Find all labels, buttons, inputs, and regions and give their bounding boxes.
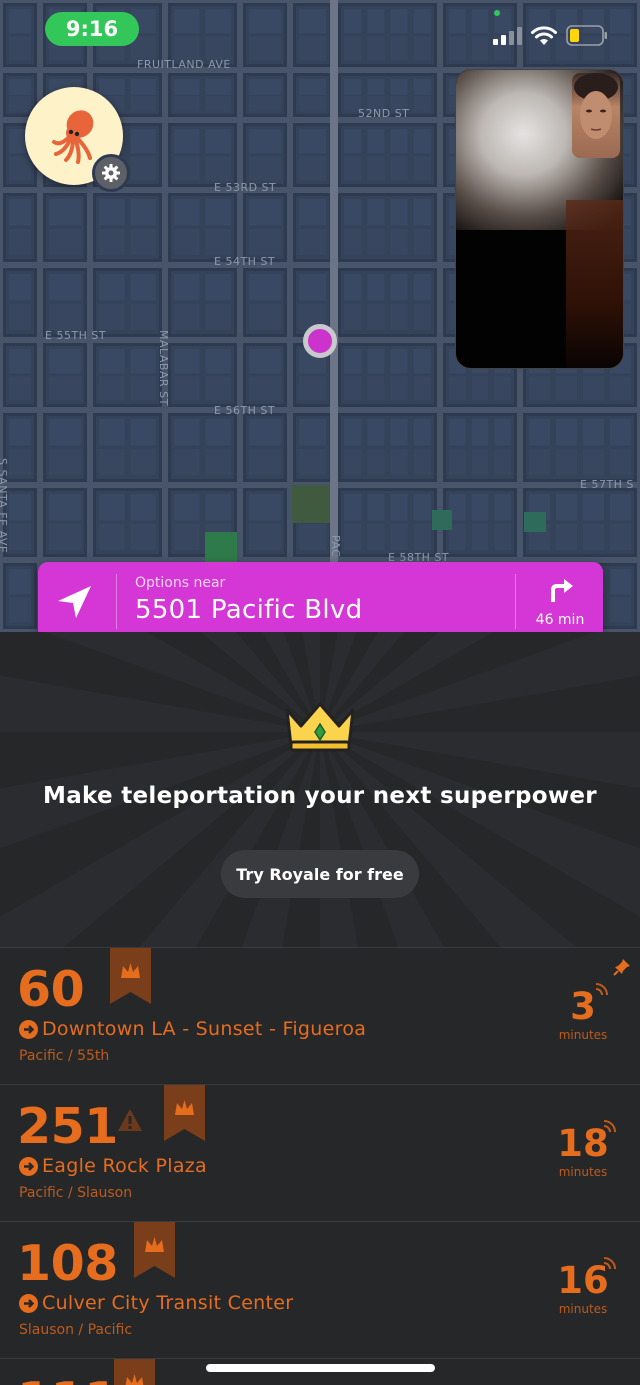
royale-bookmark-icon [164, 1085, 205, 1141]
realtime-signal-icon [603, 1257, 616, 1270]
video-self-view[interactable] [572, 73, 620, 158]
royale-bookmark-icon [114, 1359, 155, 1385]
route-number: 111 [17, 1372, 118, 1385]
route-row-251[interactable]: 251 Eagle Rock Plaza Pacific / Slauson 1… [0, 1084, 640, 1221]
street-label-55th: E 55TH ST [45, 329, 107, 342]
route-stop: Pacific / 55th [19, 1048, 110, 1064]
camera-indicator-dot [494, 10, 500, 16]
royale-promo: Make teleportation your next superpower … [0, 632, 640, 947]
street-label-53rd: E 53RD ST [214, 181, 277, 194]
route-minutes-label: minutes [558, 1302, 608, 1316]
street-label-54th: E 54TH ST [214, 255, 276, 268]
direction-arrow-icon [19, 1019, 38, 1039]
street-label-malabar: MALABAR ST [157, 330, 170, 406]
video-remote-feed-shadow [566, 200, 623, 368]
route-row-60[interactable]: 60 Downtown LA - Sunset - Figueroa Pacif… [0, 947, 640, 1084]
banner-eta: 46 min [535, 612, 585, 628]
direction-arrow-icon [19, 1293, 38, 1313]
banner-divider [116, 574, 117, 629]
battery-low-icon [566, 25, 607, 46]
wifi-icon [531, 26, 557, 45]
promo-title: Make teleportation your next superpower [43, 783, 597, 809]
banner-divider-right [515, 574, 516, 629]
street-label-52nd: 52ND ST [358, 107, 410, 120]
crown-icon [285, 702, 355, 752]
route-stop: Pacific / Slauson [19, 1185, 133, 1201]
settings-button[interactable] [92, 154, 130, 192]
street-label-santa-fe: S SANTA FE AVE [0, 458, 9, 554]
route-destination: Culver City Transit Center [42, 1292, 294, 1314]
route-stop: Slauson / Pacific [19, 1322, 133, 1338]
route-row-108[interactable]: 108 Culver City Transit Center Slauson /… [0, 1221, 640, 1358]
direction-arrow-icon [19, 1156, 38, 1176]
try-royale-button[interactable]: Try Royale for free [221, 850, 419, 898]
current-location-marker[interactable] [303, 324, 337, 358]
cellular-signal-icon [493, 27, 522, 45]
banner-address[interactable]: 5501 Pacific Blvd [135, 595, 362, 625]
turn-right-icon[interactable] [548, 576, 576, 604]
directions-banner[interactable]: Options near 5501 Pacific Blvd 46 min [38, 562, 603, 641]
route-destination: Eagle Rock Plaza [42, 1155, 207, 1177]
warning-icon[interactable] [116, 1107, 144, 1133]
royale-bookmark-icon [110, 948, 151, 1004]
gear-icon [102, 164, 120, 182]
route-number: 60 [17, 961, 85, 1018]
street-label-fruitland: FRUITLAND AVE [137, 58, 231, 71]
royale-bookmark-icon [134, 1222, 175, 1278]
realtime-signal-icon [603, 1120, 616, 1133]
route-minutes: 3 [570, 985, 596, 1028]
navigation-arrow-icon[interactable] [56, 584, 94, 620]
home-indicator[interactable] [206, 1364, 435, 1372]
route-minutes-label: minutes [558, 1028, 608, 1042]
realtime-signal-icon [595, 983, 608, 996]
self-face-thumbnail [574, 73, 618, 139]
route-number: 251 [17, 1098, 118, 1155]
squid-icon [52, 110, 94, 164]
status-time[interactable]: 9:16 [45, 12, 139, 46]
street-label-pacific: PAC [329, 535, 342, 558]
pin-icon[interactable] [613, 958, 631, 976]
route-destination: Downtown LA - Sunset - Figueroa [42, 1018, 367, 1040]
route-number: 108 [17, 1235, 118, 1292]
street-label-56th: E 56TH ST [214, 404, 276, 417]
street-label-57th: E 57TH S [580, 478, 634, 491]
route-minutes-label: minutes [558, 1165, 608, 1179]
banner-caption: Options near [135, 575, 226, 591]
